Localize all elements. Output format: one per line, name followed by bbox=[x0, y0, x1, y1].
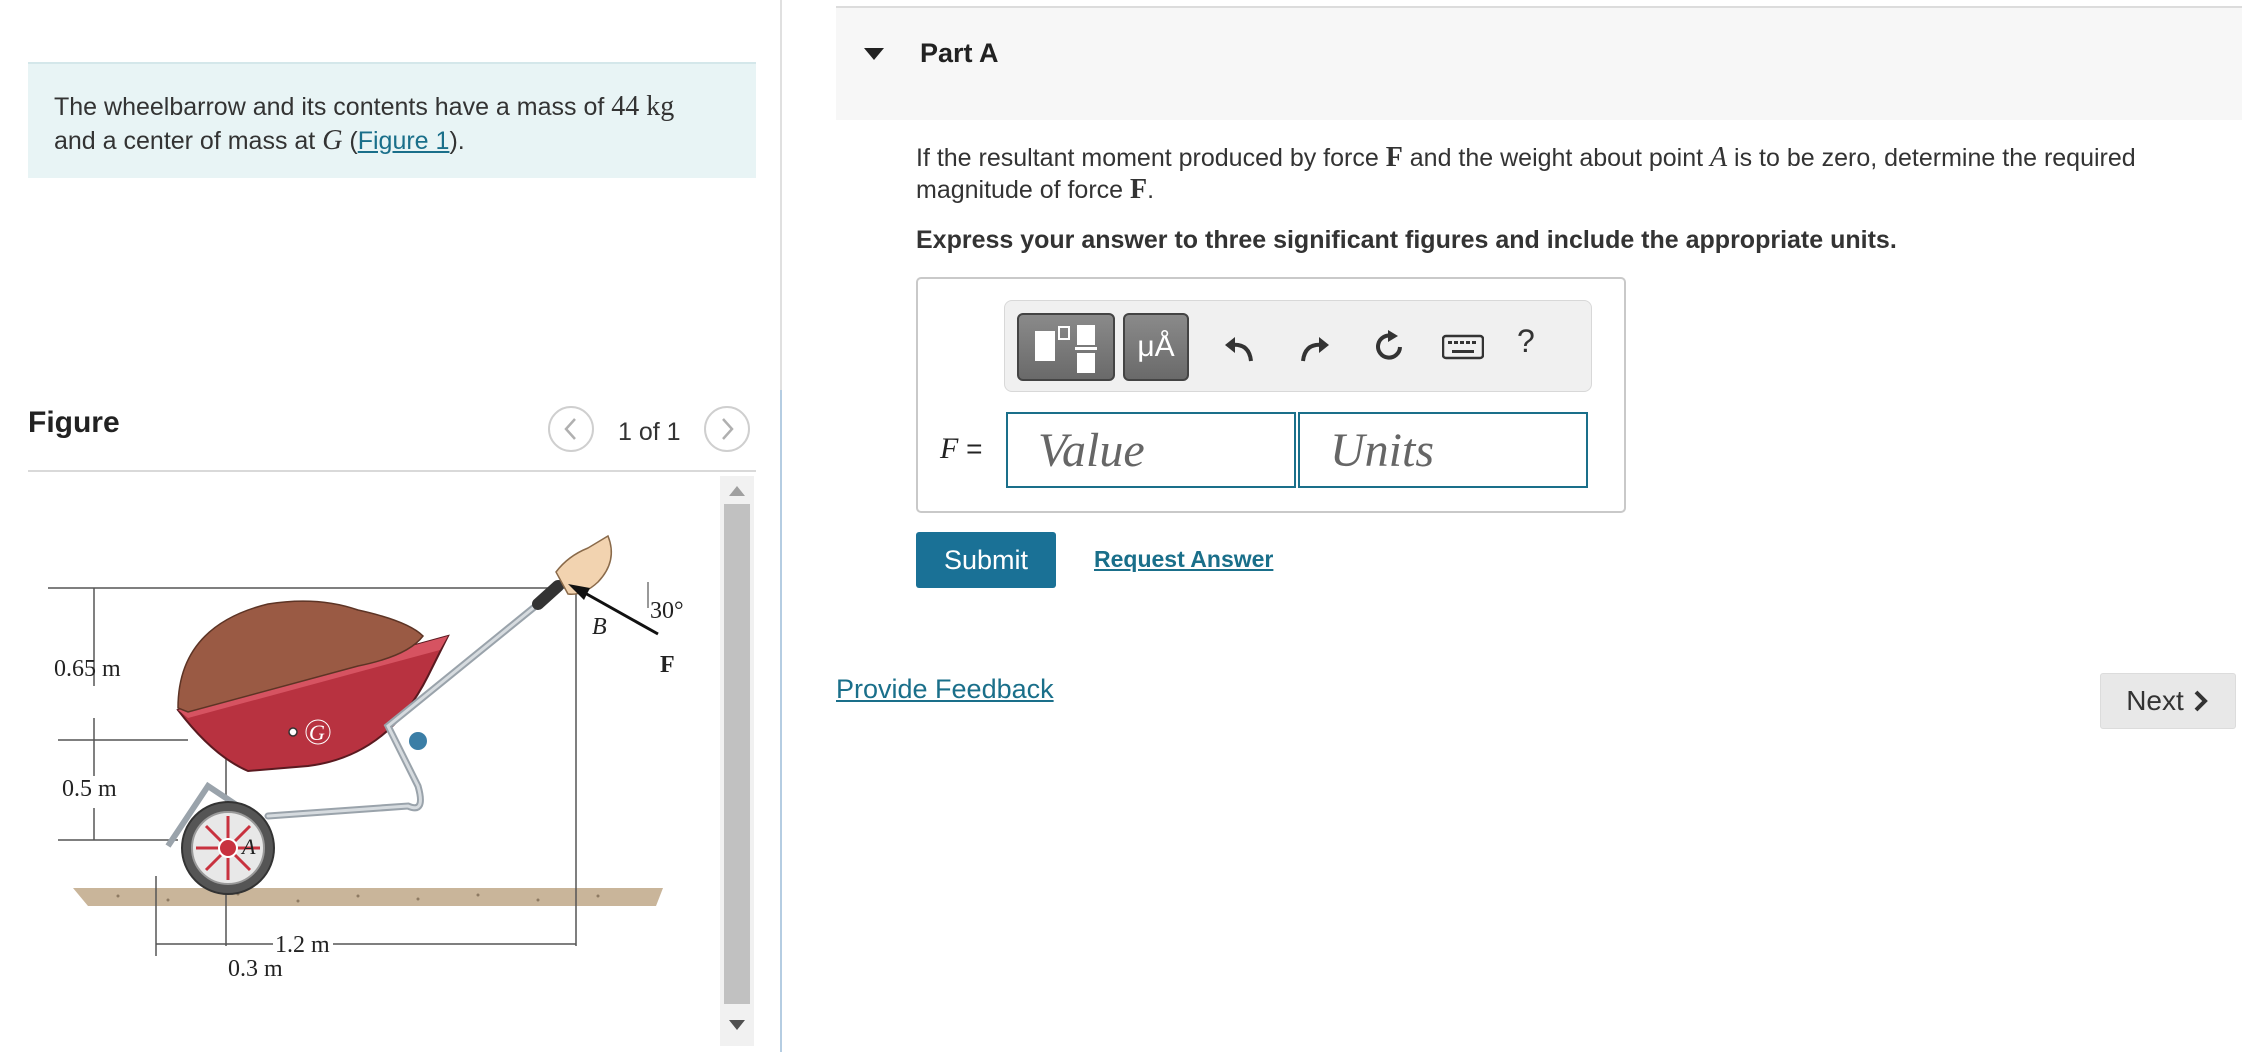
chevron-right-icon bbox=[2194, 690, 2208, 712]
answer-variable-label: F = bbox=[940, 432, 982, 466]
figure-scrollbar-thumb[interactable] bbox=[724, 504, 750, 1004]
figure-divider bbox=[28, 470, 756, 472]
force-f-label: F bbox=[660, 652, 675, 678]
force-symbol: F bbox=[1130, 174, 1148, 205]
scroll-up-arrow-icon[interactable] bbox=[727, 484, 747, 498]
units-input[interactable] bbox=[1298, 412, 1588, 488]
problem-statement: The wheelbarrow and its contents have a … bbox=[28, 62, 756, 178]
templates-button[interactable] bbox=[1017, 313, 1115, 381]
undo-icon[interactable] bbox=[1217, 325, 1261, 369]
figure-link[interactable]: Figure 1 bbox=[358, 127, 450, 155]
figure-pager: 1 of 1 bbox=[618, 418, 681, 446]
wheelbarrow-figure: 0.65 m 0.5 m 0.3 m 1.2 m 30° B F G A bbox=[48, 534, 684, 982]
answer-variable: F bbox=[940, 432, 959, 465]
angle-label: 30° bbox=[650, 598, 684, 624]
mass-value: 44 bbox=[611, 91, 640, 122]
part-header[interactable] bbox=[836, 8, 2242, 120]
redo-icon[interactable] bbox=[1293, 325, 1337, 369]
paren-open: ( bbox=[342, 127, 358, 155]
reset-icon[interactable] bbox=[1367, 325, 1411, 369]
question-text: If the resultant moment produced by forc… bbox=[916, 142, 2206, 206]
force-arrow bbox=[575, 586, 659, 636]
paren-close: ). bbox=[449, 127, 465, 155]
problem-text-1: The wheelbarrow and its contents have a … bbox=[54, 93, 612, 121]
scroll-down-arrow-icon[interactable] bbox=[727, 1018, 747, 1032]
dim-03-label: 0.3 m bbox=[228, 956, 283, 982]
question-segment: . bbox=[1147, 176, 1155, 204]
chevron-right-icon bbox=[722, 418, 734, 440]
point-symbol: A bbox=[1710, 142, 1728, 173]
templates-icon bbox=[1035, 325, 1097, 373]
hand bbox=[555, 534, 613, 595]
ground bbox=[73, 888, 663, 906]
figure-prev-button[interactable] bbox=[548, 406, 594, 452]
point-a-label: A bbox=[240, 834, 256, 859]
point-g-label: G bbox=[309, 720, 325, 745]
mass-unit: kg bbox=[646, 91, 675, 122]
answer-instruction: Express your answer to three significant… bbox=[916, 226, 1897, 254]
problem-text-2: and a center of mass at bbox=[54, 127, 323, 155]
next-button[interactable]: Next bbox=[2100, 673, 2236, 729]
figure-next-button[interactable] bbox=[704, 406, 750, 452]
frame-joint bbox=[409, 732, 427, 750]
g-point bbox=[288, 727, 298, 737]
question-segment: and the weight about point bbox=[1402, 144, 1710, 172]
equals-sign: = bbox=[958, 433, 983, 464]
request-answer-link[interactable]: Request Answer bbox=[1094, 546, 1273, 573]
center-of-mass-symbol: G bbox=[322, 125, 343, 156]
question-segment: If the resultant moment produced by forc… bbox=[916, 144, 1386, 172]
dim-12-label: 1.2 m bbox=[275, 932, 330, 958]
point-b-label: B bbox=[592, 614, 607, 640]
figure-title: Figure bbox=[28, 406, 120, 439]
help-icon[interactable]: ? bbox=[1517, 323, 1535, 360]
chevron-left-icon bbox=[564, 418, 576, 440]
pane-divider-handle[interactable] bbox=[780, 390, 782, 1052]
keyboard-icon[interactable] bbox=[1441, 325, 1485, 369]
next-label: Next bbox=[2126, 685, 2184, 716]
force-symbol: F bbox=[1385, 142, 1403, 173]
math-toolbar: μÅ ? bbox=[1004, 300, 1592, 392]
part-title: Part A bbox=[920, 38, 999, 68]
submit-button[interactable]: Submit bbox=[916, 532, 1056, 588]
collapse-caret-icon[interactable] bbox=[862, 46, 886, 62]
units-button[interactable]: μÅ bbox=[1123, 313, 1189, 381]
dim-065-label: 0.65 m bbox=[54, 656, 121, 682]
provide-feedback-link[interactable]: Provide Feedback bbox=[836, 674, 1054, 705]
wheel-hub bbox=[218, 838, 238, 858]
left-pane: The wheelbarrow and its contents have a … bbox=[0, 0, 780, 1052]
dim-05-label: 0.5 m bbox=[62, 776, 117, 802]
value-input[interactable] bbox=[1006, 412, 1296, 488]
